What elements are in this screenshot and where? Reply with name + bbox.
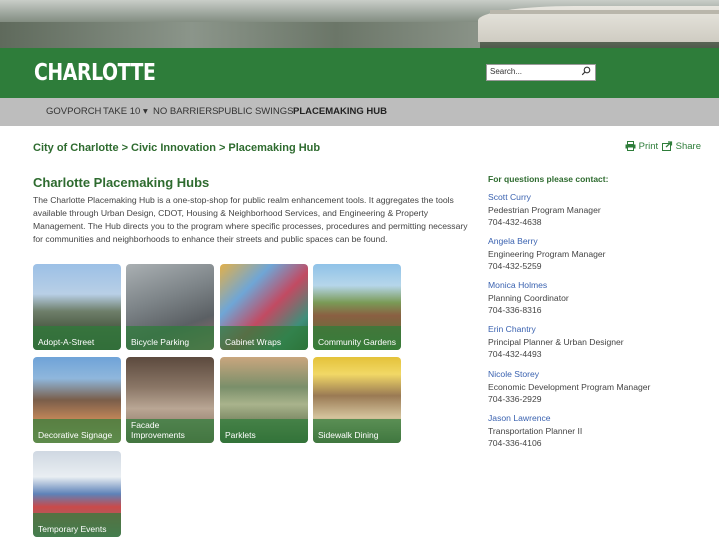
tile-label: Adopt-A-Street [33,326,121,350]
contact-name-link[interactable]: Nicole Storey [488,368,650,381]
tile-label: Temporary Events [33,513,121,537]
tile-facade-improvements[interactable]: Facade Improvements [126,357,214,443]
contact-card: Scott Curry Pedestrian Program Manager 7… [488,191,601,229]
contact-title: Engineering Program Manager [488,248,606,259]
tile-community-gardens[interactable]: Community Gardens [313,264,401,350]
tile-label: Community Gardens [313,326,401,350]
nav-item-placemaking-hub[interactable]: PLACEMAKING HUB [293,106,387,117]
print-icon [625,141,636,151]
tile-adopt-a-street[interactable]: Adopt-A-Street [33,264,121,350]
tile-label: Sidewalk Dining [313,419,401,443]
site-logo[interactable]: CHARLOTTE [34,60,156,86]
print-button[interactable]: Print [625,141,658,152]
contact-phone: 704-432-4638 [488,217,542,227]
contact-title: Planning Coordinator [488,292,569,303]
contact-phone: 704-336-2929 [488,394,542,404]
nav-item-govporch[interactable]: GOVPORCH [46,106,101,117]
breadcrumb-placemaking-hub: Placemaking Hub [228,142,321,154]
contact-card: Erin Chantry Principal Planner & Urban D… [488,323,624,361]
share-button[interactable]: Share [662,141,701,152]
tile-sidewalk-dining[interactable]: Sidewalk Dining [313,357,401,443]
contact-phone: 704-336-8316 [488,305,542,315]
search-icon[interactable] [581,66,591,78]
banner-bridge-rail [490,10,719,14]
contact-name-link[interactable]: Scott Curry [488,191,601,204]
header-banner-image [0,0,719,48]
contact-card: Nicole Storey Economic Development Progr… [488,368,650,406]
share-label: Share [675,141,701,152]
contact-card: Monica Holmes Planning Coordinator 704-3… [488,279,569,317]
tile-cabinet-wraps[interactable]: Cabinet Wraps [220,264,308,350]
breadcrumb-separator: > [121,142,128,154]
breadcrumb-city-of-charlotte[interactable]: City of Charlotte [33,142,119,154]
search-box[interactable] [486,64,596,81]
tile-label: Decorative Signage [33,419,121,443]
contact-card: Jason Lawrence Transportation Planner II… [488,412,582,450]
nav-item-public-swings[interactable]: PUBLIC SWINGS [218,106,294,117]
contact-phone: 704-432-4493 [488,349,542,359]
search-input[interactable] [487,65,574,78]
contact-name-link[interactable]: Jason Lawrence [488,412,582,425]
contact-phone: 704-336-4106 [488,438,542,448]
contact-heading: For questions please contact: [488,174,609,184]
breadcrumb-civic-innovation[interactable]: Civic Innovation [131,142,216,154]
breadcrumb: City of Charlotte > Civic Innovation > Place… [33,142,320,154]
print-label: Print [638,141,659,152]
tile-label: Facade Improvements [126,419,214,443]
share-icon [662,141,673,151]
contact-name-link[interactable]: Erin Chantry [488,323,624,336]
tile-decorative-signage[interactable]: Decorative Signage [33,357,121,443]
contact-name-link[interactable]: Monica Holmes [488,279,569,292]
tile-parklets[interactable]: Parklets [220,357,308,443]
contact-card: Angela Berry Engineering Program Manager… [488,235,606,273]
main-nav: GOVPORCH TAKE 10 ▾ NO BARRIERS PUBLIC SW… [0,98,719,126]
tile-label: Cabinet Wraps [220,326,308,350]
intro-paragraph: The Charlotte Placemaking Hub is a one-s… [33,195,468,244]
nav-item-take-10[interactable]: TAKE 10 ▾ [103,106,148,117]
tile-bicycle-parking[interactable]: Bicycle Parking [126,264,214,350]
contact-name-link[interactable]: Angela Berry [488,235,606,248]
contact-phone: 704-432-5259 [488,261,542,271]
contact-title: Pedestrian Program Manager [488,204,601,215]
nav-item-no-barriers[interactable]: NO BARRIERS [153,106,218,117]
tile-label: Bicycle Parking [126,326,214,350]
contact-title: Economic Development Program Manager [488,381,651,392]
contact-title: Principal Planner & Urban Designer [488,336,624,347]
breadcrumb-separator: > [218,142,226,154]
page-title: Charlotte Placemaking Hubs [33,175,210,190]
tile-label: Parklets [220,419,308,443]
banner-water [0,22,480,48]
contact-title: Transportation Planner II [488,425,583,436]
tile-temporary-events[interactable]: Temporary Events [33,451,121,537]
